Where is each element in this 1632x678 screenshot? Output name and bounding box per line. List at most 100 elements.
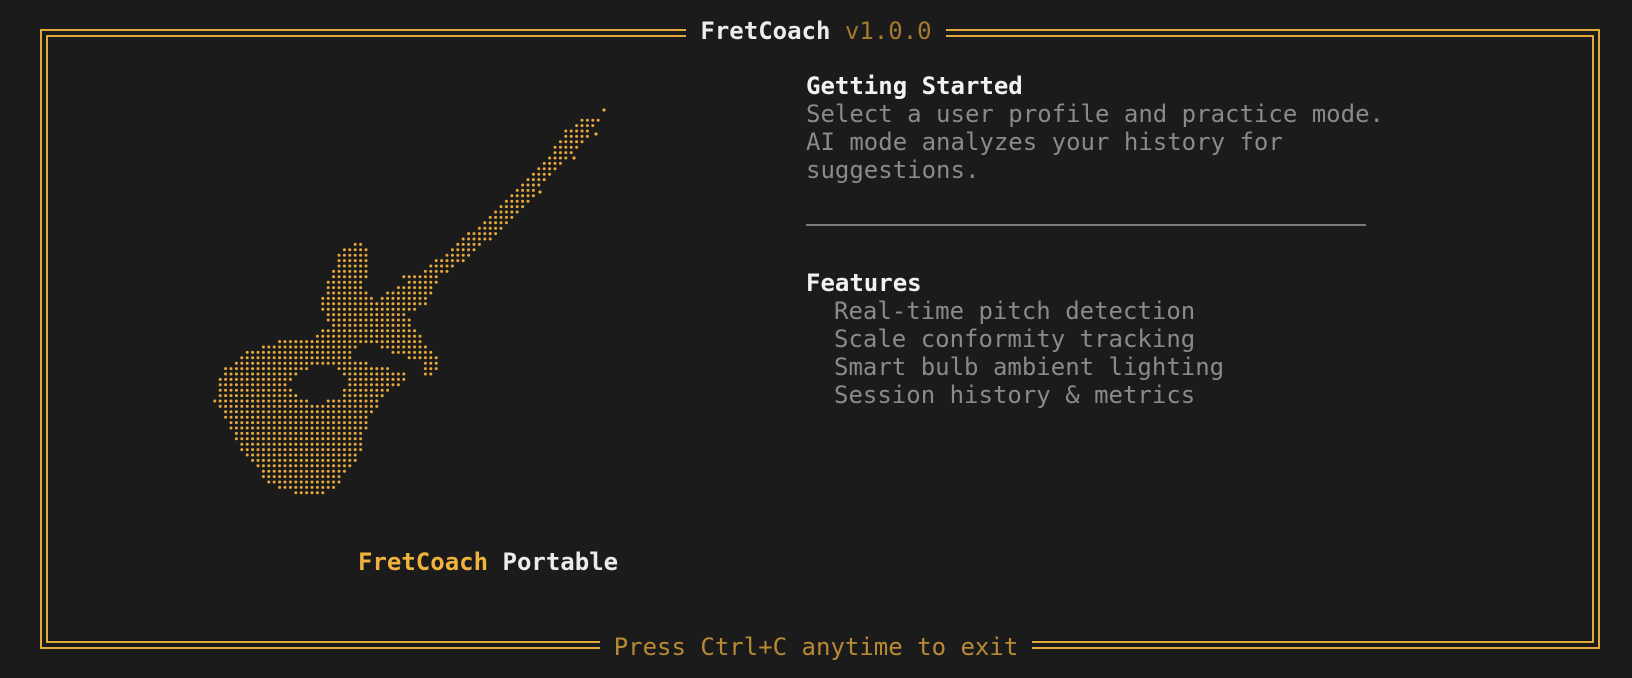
guitar-dot [337, 475, 341, 479]
guitar-dot [229, 394, 233, 398]
guitar-dot [251, 421, 255, 425]
guitar-dot [353, 253, 357, 257]
guitar-dot [342, 350, 346, 354]
guitar-dot [251, 448, 255, 452]
guitar-dot [234, 377, 238, 381]
guitar-dot [342, 329, 346, 333]
guitar-dot [294, 448, 298, 452]
guitar-dot [267, 410, 271, 414]
guitar-dot [391, 372, 395, 376]
guitar-dot [326, 350, 330, 354]
guitar-dot [283, 372, 287, 376]
guitar-dot [450, 264, 454, 268]
guitar-dot [353, 383, 357, 387]
guitar-dot [337, 448, 341, 452]
guitar-dot [359, 253, 363, 257]
guitar-dot [283, 383, 287, 387]
guitar-dot [326, 426, 330, 430]
guitar-dot [332, 286, 336, 290]
guitar-dot [272, 410, 276, 414]
guitar-dot [558, 161, 562, 165]
guitar-dot [418, 302, 422, 306]
guitar-dot [267, 394, 271, 398]
guitar-dot [353, 291, 357, 295]
guitar-dot [364, 291, 368, 295]
guitar-dot [348, 340, 352, 344]
guitar-dot [348, 453, 352, 457]
guitar-dot [321, 431, 325, 435]
guitar-dot [326, 286, 330, 290]
guitar-dot [391, 329, 395, 333]
exit-hint: Press Ctrl+C anytime to exit [599, 633, 1033, 661]
guitar-dot [396, 296, 400, 300]
guitar-dot [418, 350, 422, 354]
guitar-dot [321, 345, 325, 349]
guitar-dot [315, 485, 319, 489]
guitar-dot [353, 367, 357, 371]
guitar-dot [575, 140, 579, 144]
guitar-dot [332, 361, 336, 365]
guitar-dot [315, 480, 319, 484]
guitar-dot [418, 275, 422, 279]
guitar-dot [251, 367, 255, 371]
guitar-dot [310, 453, 314, 457]
guitar-dot [477, 242, 481, 246]
guitar-dot [332, 431, 336, 435]
guitar-dot [391, 291, 395, 295]
guitar-dot [353, 394, 357, 398]
guitar-dot [423, 286, 427, 290]
guitar-dot [369, 383, 373, 387]
guitar-dot [364, 275, 368, 279]
guitar-dot [515, 210, 519, 214]
guitar-dot [332, 302, 336, 306]
guitar-dot [321, 421, 325, 425]
guitar-dot [450, 253, 454, 257]
guitar-dot [364, 404, 368, 408]
guitar-dot [364, 361, 368, 365]
guitar-dot [402, 296, 406, 300]
guitar-dot [342, 280, 346, 284]
guitar-dot [396, 318, 400, 322]
guitar-dot [321, 361, 325, 365]
guitar-dot [380, 296, 384, 300]
guitar-dot [245, 431, 249, 435]
guitar-dot [526, 194, 530, 198]
guitar-dot [380, 345, 384, 349]
guitar-dot [386, 345, 390, 349]
guitar-dot [359, 388, 363, 392]
guitar-dot [391, 296, 395, 300]
guitar-dot [418, 334, 422, 338]
guitar-dot [315, 410, 319, 414]
guitar-dot [326, 464, 330, 468]
guitar-dot [359, 431, 363, 435]
guitar-dot [499, 210, 503, 214]
guitar-dot [413, 280, 417, 284]
guitar-dot [342, 421, 346, 425]
guitar-dot [396, 329, 400, 333]
guitar-dot [359, 248, 363, 252]
guitar-dot [359, 313, 363, 317]
guitar-dot [429, 286, 433, 290]
guitar-dot [359, 323, 363, 327]
guitar-dot [499, 215, 503, 219]
guitar-dot [380, 334, 384, 338]
guitar-dot [288, 437, 292, 441]
guitar-dot [278, 458, 282, 462]
feature-item: Scale conformity tracking [834, 325, 1196, 353]
guitar-dot [251, 356, 255, 360]
guitar-dot [364, 426, 368, 430]
guitar-dot [310, 356, 314, 360]
guitar-dot [391, 345, 395, 349]
guitar-dot [332, 329, 336, 333]
guitar-dot [342, 426, 346, 430]
guitar-dot [326, 442, 330, 446]
guitar-dot [580, 140, 584, 144]
guitar-dot [380, 383, 384, 387]
guitar-dot [375, 334, 379, 338]
guitar-dot [337, 253, 341, 257]
guitar-dot [245, 448, 249, 452]
guitar-dot [332, 410, 336, 414]
guitar-dot [364, 377, 368, 381]
guitar-dot [386, 383, 390, 387]
guitar-dot [245, 421, 249, 425]
